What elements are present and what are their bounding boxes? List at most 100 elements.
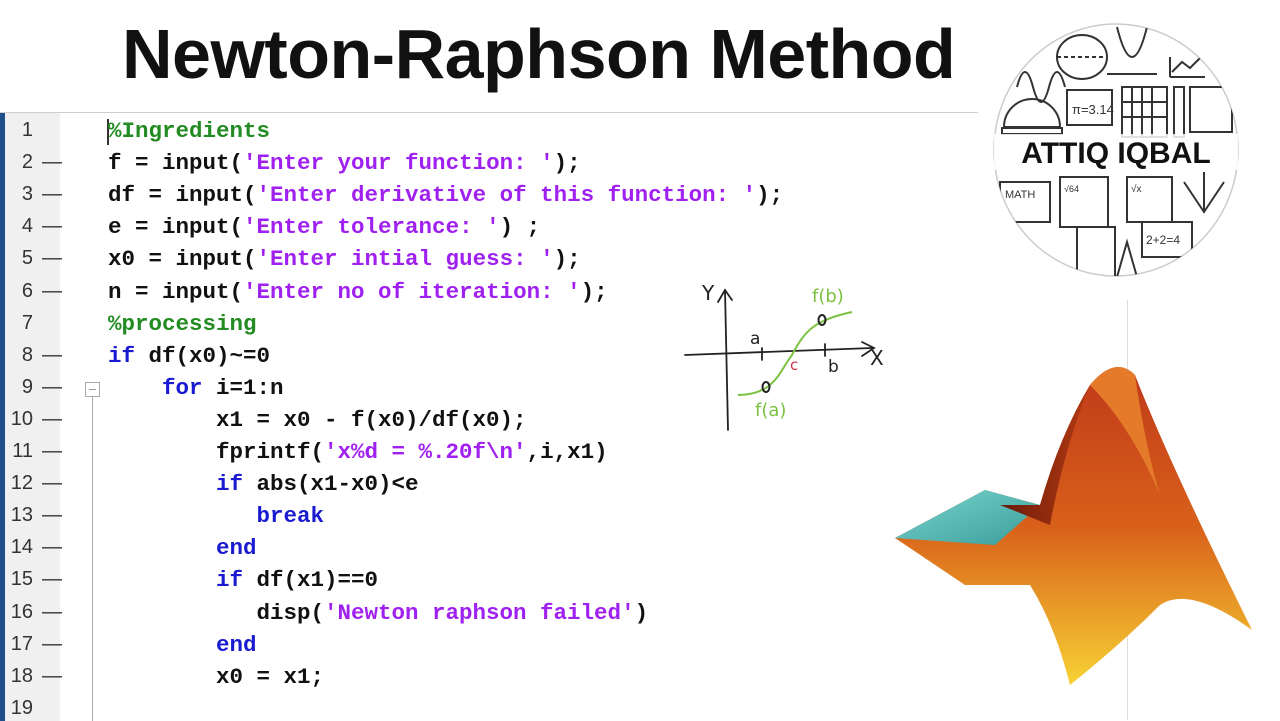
code-text: disp( xyxy=(256,599,325,626)
root-c-label: c xyxy=(790,356,798,374)
code-keyword: break xyxy=(256,503,325,530)
code-string: 'Enter intial guess: ' xyxy=(256,246,554,273)
code-line[interactable]: n = input('Enter no of iteration: '); xyxy=(108,279,608,305)
code-line[interactable]: end xyxy=(216,632,257,658)
code-keyword: end xyxy=(216,535,257,562)
code-line[interactable]: for i=1:n xyxy=(162,375,284,401)
breakpoint-marker[interactable]: — xyxy=(42,215,62,238)
breakpoint-marker[interactable]: — xyxy=(42,504,62,527)
line-number: 5 xyxy=(21,247,33,270)
code-line[interactable]: end xyxy=(216,535,257,561)
code-line[interactable]: disp('Newton raphson failed') xyxy=(257,600,649,626)
code-keyword: end xyxy=(216,631,257,658)
code-line[interactable]: if df(x0)~=0 xyxy=(108,343,270,369)
code-text: f = input( xyxy=(108,150,244,177)
breakpoint-marker[interactable]: — xyxy=(42,665,62,688)
breakpoint-marker[interactable]: — xyxy=(42,472,62,495)
a-label: a xyxy=(750,329,760,349)
code-string: 'Newton raphson failed' xyxy=(324,599,635,626)
line-number: 2 xyxy=(21,151,33,174)
code-text: e = input( xyxy=(108,214,244,241)
code-line[interactable]: %processing xyxy=(108,311,257,337)
breakpoint-marker[interactable]: — xyxy=(42,280,62,303)
code-text: ,i,x1) xyxy=(526,439,608,465)
code-text: ); xyxy=(553,246,581,273)
code-comment: %Ingredients xyxy=(108,118,271,144)
code-line[interactable]: x1 = x0 - f(x0)/df(x0); xyxy=(216,407,527,433)
y-axis xyxy=(724,289,729,431)
code-text: i=1:n xyxy=(202,374,284,401)
logo-pi-label: π=3.14 xyxy=(1072,102,1114,117)
code-text: ); xyxy=(580,278,608,305)
svg-text:MATH: MATH xyxy=(1005,189,1035,201)
breakpoint-marker[interactable]: — xyxy=(42,183,62,206)
code-comment: %processing xyxy=(108,310,257,337)
line-number: 4 xyxy=(21,215,33,238)
breakpoint-marker[interactable]: — xyxy=(42,151,62,174)
code-text: df(x0)~=0 xyxy=(135,342,271,369)
code-text: ); xyxy=(553,150,581,177)
line-number: 7 xyxy=(21,311,33,334)
code-text: x0 = input( xyxy=(108,246,257,273)
newton-sketch-diagram: Y X a b c f(a) f(b) xyxy=(684,281,884,431)
code-line[interactable]: fprintf('x%d = %.20f\n',i,x1) xyxy=(216,439,608,465)
line-number: 6 xyxy=(21,279,33,302)
x-axis-label: X xyxy=(870,346,884,370)
line-number: 10 xyxy=(10,407,33,430)
code-text: x0 = x1; xyxy=(216,663,325,690)
svg-text:√64: √64 xyxy=(1064,184,1079,194)
code-line[interactable]: x0 = input('Enter intial guess: '); xyxy=(108,246,581,272)
code-string: 'Enter no of iteration: ' xyxy=(243,278,581,305)
code-text: ) xyxy=(634,599,649,626)
line-number: 9 xyxy=(21,375,33,398)
code-line[interactable]: e = input('Enter tolerance: ') ; xyxy=(108,214,540,240)
code-line[interactable]: if abs(x1-x0)<e xyxy=(216,471,419,497)
breakpoint-marker[interactable]: — xyxy=(42,601,62,624)
line-number: 13 xyxy=(10,504,33,527)
breakpoint-marker[interactable]: — xyxy=(42,633,62,656)
line-number: 17 xyxy=(10,632,33,655)
breakpoint-marker[interactable]: — xyxy=(42,247,62,270)
code-string: 'Enter your function: ' xyxy=(243,150,554,177)
code-text: n = input( xyxy=(108,278,244,305)
line-number: 19 xyxy=(10,696,33,719)
channel-logo: π=3.14 MATH √64 √x 2+2=4 ATTIQ IQBAL xyxy=(993,23,1239,277)
fold-guide-line xyxy=(92,397,93,721)
code-keyword: if xyxy=(216,471,244,498)
code-line[interactable]: %Ingredients xyxy=(108,118,270,144)
svg-text:2+2=4: 2+2=4 xyxy=(1146,233,1180,247)
line-number: 12 xyxy=(10,472,33,495)
page-title: Newton-Raphson Method xyxy=(122,15,956,93)
fb-label: f(b) xyxy=(812,286,844,307)
breakpoint-marker[interactable]: — xyxy=(42,568,62,591)
code-line[interactable]: break xyxy=(257,503,325,529)
line-number: 8 xyxy=(21,343,33,366)
matlab-logo xyxy=(895,367,1252,685)
fold-toggle-button[interactable] xyxy=(85,382,100,397)
code-text: ) ; xyxy=(499,214,541,241)
breakpoint-marker[interactable]: — xyxy=(42,440,62,463)
breakpoint-marker[interactable]: — xyxy=(42,376,62,399)
breakpoint-marker[interactable]: — xyxy=(42,408,62,431)
code-text: x1 = x0 - f(x0)/df(x0); xyxy=(216,406,527,433)
code-text: abs(x1-x0)<e xyxy=(243,471,419,498)
code-line[interactable]: if df(x1)==0 xyxy=(216,567,378,593)
code-line[interactable]: x0 = x1; xyxy=(216,664,324,690)
code-line[interactable]: df = input('Enter derivative of this fun… xyxy=(108,182,783,208)
code-keyword: for xyxy=(162,374,203,401)
code-text: ); xyxy=(756,182,784,209)
line-number: 18 xyxy=(10,664,33,687)
code-text: df = input( xyxy=(108,182,257,209)
breakpoint-marker[interactable]: — xyxy=(42,344,62,367)
code-keyword: if xyxy=(216,567,244,594)
fa-label: f(a) xyxy=(755,400,786,421)
b-label: b xyxy=(828,357,839,377)
breakpoint-marker[interactable]: — xyxy=(42,536,62,559)
code-string: 'Enter derivative of this function: ' xyxy=(256,182,757,209)
code-keyword: if xyxy=(108,342,136,369)
function-curve xyxy=(737,311,853,396)
line-number: 16 xyxy=(10,600,33,623)
line-number: 14 xyxy=(10,536,33,559)
line-number: 1 xyxy=(21,119,33,141)
code-line[interactable]: f = input('Enter your function: '); xyxy=(108,150,581,176)
